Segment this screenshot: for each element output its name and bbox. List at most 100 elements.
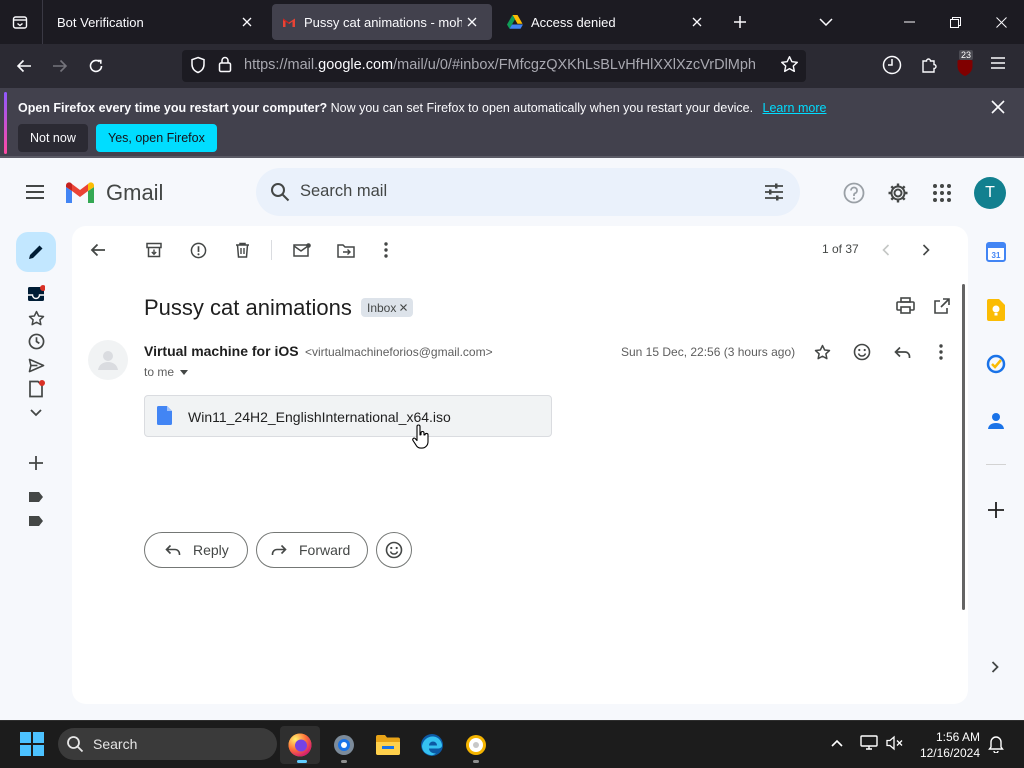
taskbar-search-label: Search xyxy=(93,736,138,752)
windows-start-icon[interactable] xyxy=(20,732,44,756)
tab-access-denied[interactable]: Access denied xyxy=(497,4,717,40)
show-side-panel-chevron-icon[interactable] xyxy=(991,661,999,673)
list-all-tabs-icon[interactable] xyxy=(814,10,838,34)
taskbar-firefox-icon[interactable] xyxy=(280,726,320,764)
tab-close-icon[interactable] xyxy=(462,12,482,32)
yes-open-firefox-button[interactable]: Yes, open Firefox xyxy=(96,124,217,152)
move-to-folder-icon[interactable] xyxy=(334,238,358,262)
label-tag-icon[interactable] xyxy=(26,511,46,531)
star-email-icon[interactable] xyxy=(811,341,833,363)
gmail-logo-text[interactable]: Gmail xyxy=(106,180,163,206)
not-now-button[interactable]: Not now xyxy=(18,124,88,152)
add-reaction-emoji-icon[interactable] xyxy=(851,341,873,363)
gmail-logo-icon[interactable] xyxy=(64,181,96,205)
recipient-details[interactable]: to me xyxy=(144,365,189,379)
close-window-icon[interactable] xyxy=(978,0,1024,44)
tab-close-icon[interactable] xyxy=(237,12,257,32)
tab-separator xyxy=(42,0,43,44)
newer-chevron-left-icon[interactable] xyxy=(874,238,898,262)
sent-icon[interactable] xyxy=(26,355,46,375)
google-calendar-icon[interactable]: 31 xyxy=(986,242,1006,262)
compose-button[interactable] xyxy=(16,232,56,272)
forward-button[interactable]: Forward xyxy=(256,532,368,568)
snoozed-clock-icon[interactable] xyxy=(26,331,46,351)
taskbar-search-box[interactable] xyxy=(58,728,277,760)
main-menu-icon[interactable] xyxy=(25,184,45,200)
app-menu-hamburger-icon[interactable] xyxy=(990,56,1006,70)
tab-title: Bot Verification xyxy=(57,14,144,30)
emoji-reaction-button[interactable] xyxy=(376,532,412,568)
new-tab-icon[interactable] xyxy=(728,10,752,34)
tab-manager-icon[interactable] xyxy=(8,10,32,34)
google-apps-icon[interactable] xyxy=(932,183,952,203)
mark-unread-icon[interactable] xyxy=(290,238,314,262)
attachment-filename[interactable]: Win11_24H2_EnglishInternational_x64.iso xyxy=(188,409,451,425)
reply-icon[interactable] xyxy=(891,341,913,363)
taskbar-clock-date[interactable]: 12/16/2024 xyxy=(912,746,980,760)
forward-label: Forward xyxy=(299,542,351,558)
close-notification-icon[interactable] xyxy=(991,100,1005,114)
bookmark-star-icon[interactable] xyxy=(780,55,799,74)
inbox-label-chip[interactable]: Inbox xyxy=(361,298,414,317)
create-label-plus-icon[interactable] xyxy=(26,453,46,473)
taskbar-edge-icon[interactable] xyxy=(412,726,452,764)
network-ethernet-icon[interactable] xyxy=(860,735,878,751)
archive-icon[interactable] xyxy=(142,238,166,262)
search-options-icon[interactable] xyxy=(764,182,784,202)
gmail-favicon-icon xyxy=(282,17,296,28)
learn-more-link[interactable]: Learn more xyxy=(763,101,827,115)
forward-icon[interactable] xyxy=(44,50,76,82)
tracking-protection-shield-icon[interactable] xyxy=(189,56,207,74)
get-addons-plus-icon[interactable] xyxy=(988,502,1004,518)
taskbar-file-explorer-icon[interactable] xyxy=(368,726,408,764)
older-chevron-right-icon[interactable] xyxy=(914,238,938,262)
volume-muted-icon[interactable] xyxy=(886,735,904,751)
reply-button[interactable]: Reply xyxy=(144,532,248,568)
emoji-icon xyxy=(385,541,403,559)
back-to-inbox-icon[interactable] xyxy=(86,238,110,262)
reload-icon[interactable] xyxy=(80,50,112,82)
back-icon[interactable] xyxy=(8,50,40,82)
extensions-puzzle-icon[interactable] xyxy=(920,55,938,73)
drafts-icon[interactable] xyxy=(26,379,46,399)
panel-scrollbar[interactable] xyxy=(962,284,965,610)
tab-close-icon[interactable] xyxy=(687,12,707,32)
minimize-icon[interactable] xyxy=(886,0,932,44)
open-in-new-window-icon[interactable] xyxy=(934,298,950,314)
label-tag-icon[interactable] xyxy=(26,487,46,507)
taskbar-settings-gear-icon[interactable] xyxy=(324,726,364,764)
restore-icon[interactable] xyxy=(932,0,978,44)
google-tasks-icon[interactable] xyxy=(986,354,1006,374)
search-input[interactable]: Search mail xyxy=(300,182,387,201)
more-actions-vertical-icon[interactable] xyxy=(930,341,952,363)
google-keep-icon[interactable] xyxy=(987,299,1005,321)
starred-icon[interactable] xyxy=(26,308,46,328)
account-avatar[interactable]: T xyxy=(974,177,1006,209)
print-icon[interactable] xyxy=(896,297,915,314)
report-spam-icon[interactable] xyxy=(186,238,210,262)
delete-trash-icon[interactable] xyxy=(230,238,254,262)
tab-bot-verification[interactable]: Bot Verification xyxy=(47,4,267,40)
padlock-icon[interactable] xyxy=(218,56,232,73)
hand-pointer-cursor-icon xyxy=(412,424,430,450)
sender-name[interactable]: Virtual machine for iOS xyxy=(144,343,299,359)
taskbar-clock-time[interactable]: 1:56 AM xyxy=(930,730,980,744)
inbox-icon[interactable] xyxy=(26,284,46,304)
more-options-vertical-icon[interactable] xyxy=(374,238,398,262)
sender-avatar[interactable] xyxy=(88,340,128,380)
google-contacts-icon[interactable] xyxy=(988,412,1004,430)
search-icon[interactable] xyxy=(270,182,290,202)
notifications-bell-icon[interactable] xyxy=(988,735,1004,753)
settings-gear-icon[interactable] xyxy=(887,182,909,204)
tab-pussy-cat-animations[interactable]: Pussy cat animations - mohamm xyxy=(272,4,492,40)
remove-label-icon xyxy=(400,304,408,311)
url-text[interactable]: https://mail.google.com/mail/u/0/#inbox/… xyxy=(244,57,756,73)
sync-account-icon[interactable] xyxy=(882,55,902,75)
support-help-icon[interactable] xyxy=(843,182,865,204)
more-chevron-down-icon[interactable] xyxy=(26,403,46,423)
label-chip-text: Inbox xyxy=(367,300,397,315)
taskbar-app-icon[interactable] xyxy=(456,726,496,764)
show-hidden-icons-chevron-icon[interactable] xyxy=(831,739,843,747)
url-prefix: https://mail. xyxy=(244,57,319,73)
ublock-extension-icon[interactable]: 23 xyxy=(956,50,978,77)
